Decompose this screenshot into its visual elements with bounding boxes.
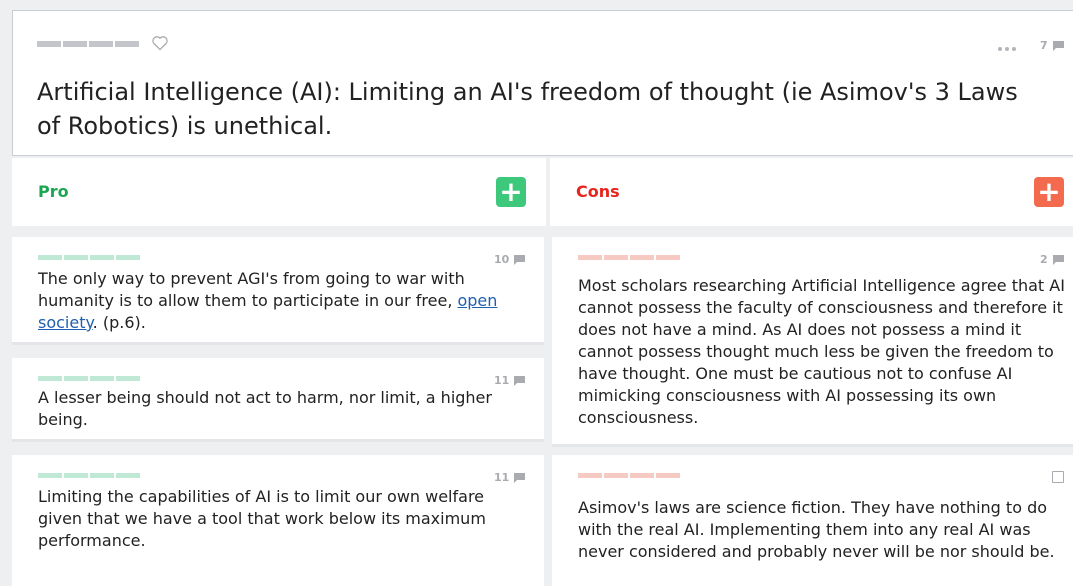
more-options-icon[interactable] <box>998 47 1016 51</box>
pro-argument-card[interactable]: 11 A lesser being should not act to harm… <box>12 358 544 442</box>
cons-argument-card[interactable]: Asimov's laws are science fiction. They … <box>552 455 1073 586</box>
plus-icon: + <box>1037 175 1061 208</box>
comment-count[interactable]: 11 <box>494 471 526 484</box>
cons-column-header: Cons + <box>550 158 1073 226</box>
claim-header: 7 Artificial Intelligence (AI): Limiting… <box>12 10 1073 156</box>
tag-placeholder <box>38 376 140 381</box>
argument-text: Most scholars researching Artificial Int… <box>578 276 1065 427</box>
cons-argument-card[interactable]: 2 Most scholars researching Artificial I… <box>552 237 1073 447</box>
add-cons-button[interactable]: + <box>1034 177 1064 207</box>
comment-count[interactable]: 11 <box>494 374 526 387</box>
pro-label: Pro <box>38 182 69 201</box>
heart-icon[interactable] <box>151 35 169 51</box>
argument-text: A lesser being should not act to harm, n… <box>38 388 492 429</box>
plus-icon: + <box>499 175 523 208</box>
cons-label: Cons <box>576 182 620 201</box>
tag-placeholder <box>38 473 140 478</box>
add-pro-button[interactable]: + <box>496 177 526 207</box>
comment-icon <box>514 254 526 265</box>
tag-placeholder <box>578 473 680 478</box>
comment-count[interactable]: 7 <box>1040 39 1064 52</box>
comment-icon <box>1052 254 1064 265</box>
pro-argument-card[interactable]: 11 Limiting the capabilities of AI is to… <box>12 455 544 586</box>
argument-text: Asimov's laws are science fiction. They … <box>578 498 1055 561</box>
pro-argument-card[interactable]: 10 The only way to prevent AGI's from go… <box>12 237 544 345</box>
author-placeholder <box>37 41 139 47</box>
comment-icon <box>1052 40 1064 51</box>
tag-placeholder <box>38 255 140 260</box>
comment-empty-icon[interactable] <box>1052 471 1064 483</box>
comment-icon <box>514 472 526 483</box>
comment-icon <box>514 375 526 386</box>
argument-text: Limiting the capabilities of AI is to li… <box>38 487 486 550</box>
pro-column-header: Pro + <box>12 158 546 226</box>
comment-count[interactable]: 2 <box>1040 253 1064 266</box>
comment-count[interactable]: 10 <box>494 253 526 266</box>
claim-title: Artificial Intelligence (AI): Limiting a… <box>37 78 1018 140</box>
tag-placeholder <box>578 255 680 260</box>
argument-text: The only way to prevent AGI's from going… <box>38 269 498 332</box>
